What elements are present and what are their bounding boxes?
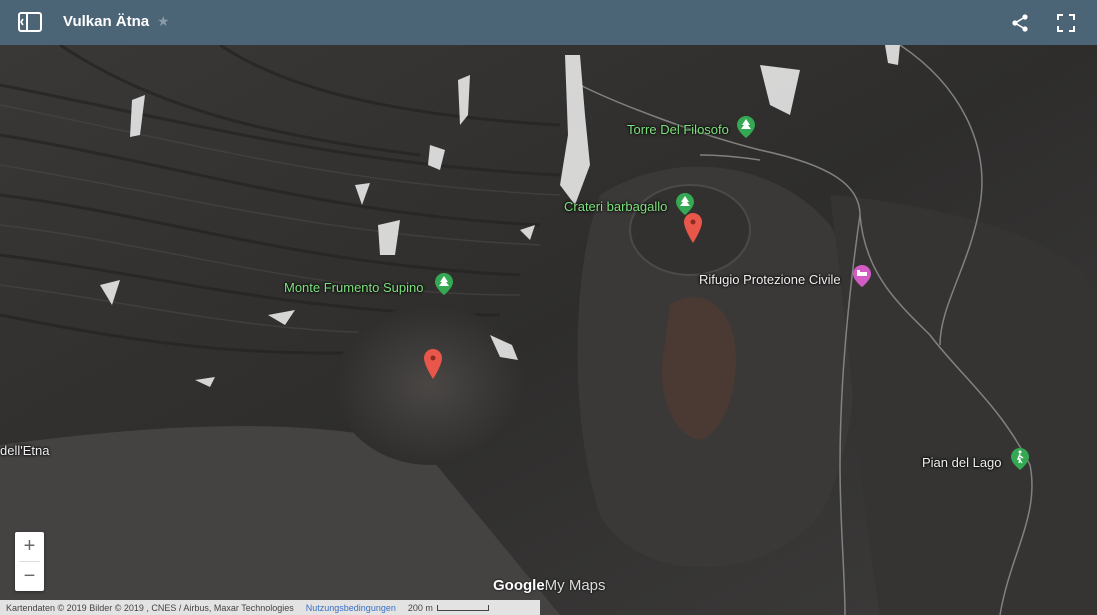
sidebar-toggle-icon[interactable] [18,12,42,32]
mymaps-logo-text: My Maps [544,577,606,594]
lodging-icon[interactable] [853,265,871,287]
map-attribution: Kartendaten © 2019 Bilder © 2019 , CNES … [6,602,294,613]
satellite-imagery [0,45,1097,615]
tree-icon[interactable] [676,193,694,215]
poi-label-torre-del-filosofo[interactable]: Torre Del Filosofo [627,122,729,137]
map-footer: Kartendaten © 2019 Bilder © 2019 , CNES … [0,600,540,615]
satellite-map[interactable]: Torre Del Filosofo Crateri barbagallo Mo… [0,45,1097,615]
tree-icon[interactable] [435,273,453,295]
fullscreen-icon[interactable] [1056,13,1076,33]
poi-label-rifugio-protezione-civile[interactable]: Rifugio Protezione Civile [699,272,841,287]
scale-label: 200 m [407,602,433,613]
scale-indicator[interactable]: 200 m [408,603,489,613]
google-mymaps-logo: GoogleMy Maps [493,577,606,594]
zoom-out-button[interactable]: − [15,562,44,591]
poi-label-crateri-barbagallo[interactable]: Crateri barbagallo [564,199,667,214]
star-icon[interactable]: ★ [157,13,170,30]
poi-label-dell-etna[interactable]: dell'Etna [0,443,49,458]
map-header: Vulkan Ätna ★ [0,0,1097,45]
terms-link[interactable]: Nutzungsbedingungen [306,603,396,613]
hiker-icon[interactable] [1011,448,1029,470]
google-logo-text: Google [493,577,545,594]
map-marker-icon[interactable] [424,349,442,379]
tree-icon[interactable] [737,116,755,138]
map-marker-icon[interactable] [684,213,702,243]
zoom-in-button[interactable]: + [15,532,44,561]
poi-label-monte-frumento-supino[interactable]: Monte Frumento Supino [284,280,423,295]
poi-label-pian-del-lago[interactable]: Pian del Lago [922,455,1002,470]
zoom-control: + − [15,532,44,591]
share-icon[interactable] [1010,13,1030,33]
scale-bar [436,604,489,611]
map-title: Vulkan Ätna [63,13,150,30]
